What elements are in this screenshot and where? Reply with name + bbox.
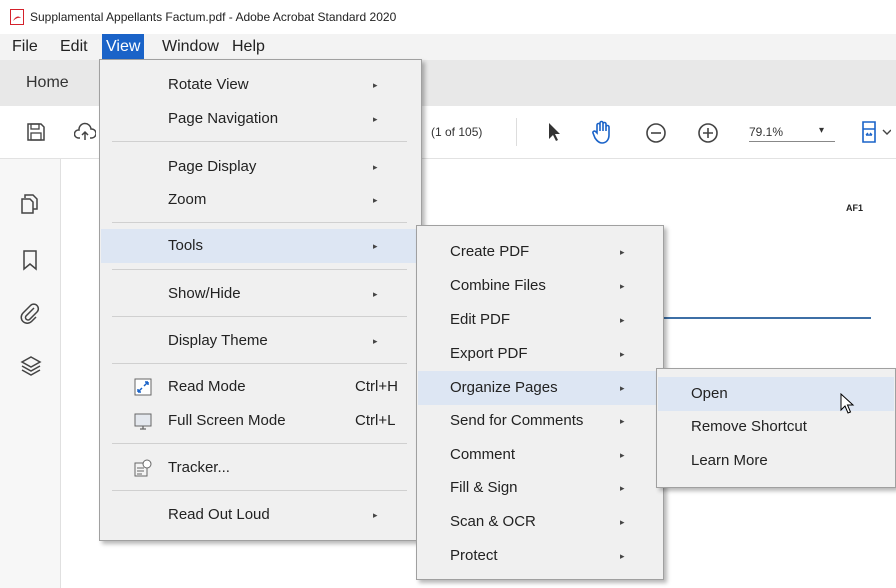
attachments-icon[interactable] bbox=[20, 302, 40, 324]
menu-separator bbox=[112, 269, 407, 270]
submenu-arrow-icon: ▸ bbox=[620, 281, 625, 291]
organize-open[interactable]: Open bbox=[658, 377, 894, 411]
submenu-arrow-icon: ▸ bbox=[373, 162, 378, 172]
submenu-arrow-icon: ▸ bbox=[620, 483, 625, 493]
submenu-arrow-icon: ▸ bbox=[373, 195, 378, 205]
menu-bar: File Edit View Window Help bbox=[0, 34, 896, 60]
menu-view[interactable]: View bbox=[102, 34, 145, 60]
tools-protect[interactable]: Protect ▸ bbox=[418, 540, 662, 572]
tools-send-for-comments[interactable]: Send for Comments ▸ bbox=[418, 405, 662, 437]
view-menu-display-theme[interactable]: Display Theme ▸ bbox=[101, 325, 420, 357]
organize-remove-shortcut[interactable]: Remove Shortcut bbox=[658, 411, 894, 443]
left-navigation-rail bbox=[0, 159, 61, 588]
menu-separator bbox=[112, 443, 407, 444]
title-bar: Supplamental Appellants Factum.pdf - Ado… bbox=[0, 0, 896, 34]
tools-edit-pdf[interactable]: Edit PDF ▸ bbox=[418, 304, 662, 336]
menu-edit[interactable]: Edit bbox=[56, 34, 92, 60]
submenu-arrow-icon: ▸ bbox=[373, 510, 378, 520]
submenu-arrow-icon: ▸ bbox=[620, 450, 625, 460]
full-screen-icon bbox=[134, 413, 152, 430]
tab-home[interactable]: Home bbox=[26, 74, 69, 92]
view-menu-show-hide[interactable]: Show/Hide ▸ bbox=[101, 278, 420, 310]
window-title: Supplamental Appellants Factum.pdf - Ado… bbox=[30, 10, 397, 24]
menu-help[interactable]: Help bbox=[228, 34, 269, 60]
zoom-out-icon[interactable] bbox=[645, 122, 667, 144]
read-mode-shortcut: Ctrl+H bbox=[355, 378, 398, 395]
submenu-arrow-icon: ▸ bbox=[620, 551, 625, 561]
view-menu-read-mode[interactable]: Read Mode Ctrl+H bbox=[101, 371, 420, 403]
tools-create-pdf[interactable]: Create PDF ▸ bbox=[418, 236, 662, 268]
page-count: (1 of 105) bbox=[431, 125, 483, 139]
menu-separator bbox=[112, 363, 407, 364]
submenu-arrow-icon: ▸ bbox=[620, 247, 625, 257]
read-mode-icon bbox=[134, 378, 152, 396]
submenu-arrow-icon: ▸ bbox=[620, 517, 625, 527]
organize-learn-more[interactable]: Learn More bbox=[658, 445, 894, 477]
full-screen-shortcut: Ctrl+L bbox=[355, 412, 396, 429]
submenu-arrow-icon: ▸ bbox=[620, 383, 625, 393]
toolbar-divider bbox=[516, 118, 517, 146]
submenu-arrow-icon: ▸ bbox=[373, 336, 378, 346]
document-rule bbox=[661, 317, 871, 319]
submenu-arrow-icon: ▸ bbox=[620, 315, 625, 325]
tools-organize-pages[interactable]: Organize Pages ▸ bbox=[418, 371, 662, 405]
view-menu-full-screen-mode[interactable]: Full Screen Mode Ctrl+L bbox=[101, 405, 420, 437]
menu-separator bbox=[112, 222, 407, 223]
zoom-level-select[interactable]: 79.1% ▾ bbox=[749, 125, 835, 142]
chevron-down-icon: ▾ bbox=[819, 125, 825, 136]
tools-comment[interactable]: Comment ▸ bbox=[418, 439, 662, 471]
view-menu-page-navigation[interactable]: Page Navigation ▸ bbox=[101, 103, 420, 135]
menu-file[interactable]: File bbox=[8, 34, 42, 60]
tracker-icon bbox=[134, 459, 152, 477]
zoom-level-value: 79.1% bbox=[749, 125, 784, 139]
page-thumbnails-icon[interactable] bbox=[20, 193, 40, 215]
submenu-arrow-icon: ▸ bbox=[373, 114, 378, 124]
view-menu-tracker[interactable]: Tracker... bbox=[101, 452, 420, 484]
tools-export-pdf[interactable]: Export PDF ▸ bbox=[418, 338, 662, 370]
menu-separator bbox=[112, 316, 407, 317]
view-menu-tools[interactable]: Tools ▸ bbox=[101, 229, 420, 263]
save-icon[interactable] bbox=[26, 122, 46, 142]
hand-tool-icon[interactable] bbox=[591, 119, 615, 145]
submenu-arrow-icon: ▸ bbox=[620, 349, 625, 359]
tools-submenu: Create PDF ▸ Combine Files ▸ Edit PDF ▸ … bbox=[416, 225, 664, 580]
tools-scan-and-ocr[interactable]: Scan & OCR ▸ bbox=[418, 506, 662, 538]
document-page-header: AF1 bbox=[846, 203, 864, 213]
acrobat-pdf-icon bbox=[10, 9, 24, 25]
submenu-arrow-icon: ▸ bbox=[373, 241, 378, 251]
submenu-arrow-icon: ▸ bbox=[373, 289, 378, 299]
fit-page-icon[interactable] bbox=[861, 120, 891, 144]
view-menu-dropdown: Rotate View ▸ Page Navigation ▸ Page Dis… bbox=[99, 59, 422, 541]
tools-fill-and-sign[interactable]: Fill & Sign ▸ bbox=[418, 472, 662, 504]
select-pointer-icon[interactable] bbox=[546, 121, 564, 143]
layers-icon[interactable] bbox=[20, 355, 42, 377]
view-menu-rotate-view[interactable]: Rotate View ▸ bbox=[101, 69, 420, 101]
bookmark-icon[interactable] bbox=[22, 249, 38, 271]
tools-combine-files[interactable]: Combine Files ▸ bbox=[418, 270, 662, 302]
mouse-cursor-icon bbox=[840, 393, 855, 414]
menu-separator bbox=[112, 141, 407, 142]
menu-separator bbox=[112, 490, 407, 491]
menu-window[interactable]: Window bbox=[158, 34, 223, 60]
cloud-upload-icon[interactable] bbox=[74, 122, 96, 142]
submenu-arrow-icon: ▸ bbox=[620, 416, 625, 426]
zoom-in-icon[interactable] bbox=[697, 122, 719, 144]
organize-pages-submenu: Open Remove Shortcut Learn More bbox=[656, 368, 896, 488]
submenu-arrow-icon: ▸ bbox=[373, 80, 378, 90]
view-menu-page-display[interactable]: Page Display ▸ bbox=[101, 151, 420, 183]
view-menu-zoom[interactable]: Zoom ▸ bbox=[101, 184, 420, 216]
view-menu-read-out-loud[interactable]: Read Out Loud ▸ bbox=[101, 499, 420, 531]
